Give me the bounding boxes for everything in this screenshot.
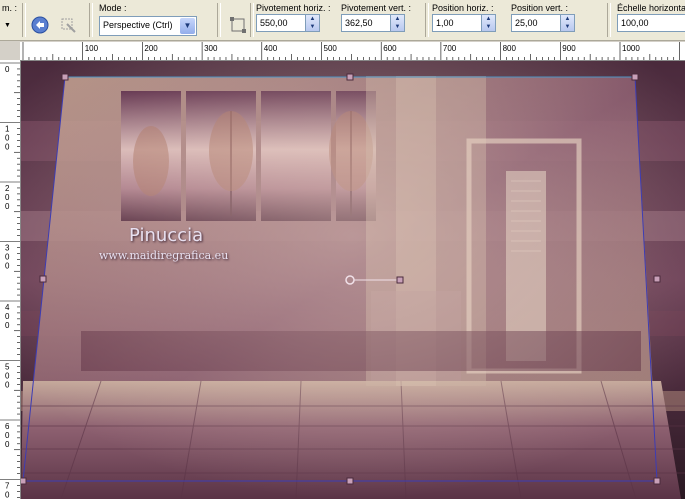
- watermark-name: Pinuccia: [129, 225, 204, 246]
- ruler-label: 700: [443, 44, 457, 53]
- ruler-label: 2: [5, 184, 10, 193]
- ruler-ticks: 100 200 300 400 500 600 700 800 900 1000: [22, 42, 681, 60]
- reset-button[interactable]: [30, 15, 50, 35]
- transform-icon: [230, 17, 246, 33]
- ruler-label: 300: [204, 44, 218, 53]
- dropdown-arrow-icon[interactable]: ▼: [4, 22, 11, 29]
- ruler-label: 0: [5, 440, 10, 449]
- mode-select[interactable]: Perspective (Ctrl) ▼: [99, 16, 197, 36]
- ruler-label: 200: [144, 44, 158, 53]
- tool-options-toolbar: m. : ▼ Mode : Perspective (Ctrl) ▼ Pivot…: [0, 0, 685, 41]
- toolbar-separator: [22, 3, 26, 37]
- ruler-ticks: 0100200300400500600700: [0, 62, 20, 499]
- handle-bottom-right: [653, 477, 661, 485]
- ruler-label: 0: [5, 491, 10, 499]
- pos-v-spinner[interactable]: ▲▼: [511, 14, 575, 32]
- handle-middle-left: [39, 275, 47, 283]
- toolbar-separator: [607, 3, 611, 37]
- ruler-label: 600: [383, 44, 397, 53]
- chevron-down-icon[interactable]: ▼: [180, 18, 195, 34]
- ruler-label: 900: [562, 44, 576, 53]
- ruler-label: 800: [503, 44, 517, 53]
- ruler-corner: [0, 42, 21, 61]
- ruler-label: 0: [5, 143, 10, 152]
- ruler-label: 5: [5, 363, 10, 372]
- ruler-label: 0: [5, 321, 10, 330]
- ruler-label: 400: [264, 44, 278, 53]
- ruler-label: 1: [5, 125, 10, 134]
- pivot-v-spinner[interactable]: ▲▼: [341, 14, 405, 32]
- toolbar-separator: [217, 3, 221, 37]
- ruler-label: 7: [5, 482, 10, 491]
- handle-top-middle: [346, 73, 354, 81]
- reset-icon: [31, 16, 49, 34]
- spin-arrows[interactable]: ▲ ▼: [390, 15, 404, 31]
- handle-top-right: [631, 73, 639, 81]
- pivot-v-label: Pivotement vert. :: [341, 3, 412, 13]
- apply-icon: [61, 18, 76, 33]
- ruler-label: 500: [324, 44, 338, 53]
- ruler-label: 1000: [622, 44, 640, 53]
- spin-arrows[interactable]: ▲ ▼: [481, 15, 495, 31]
- ruler-label: 0: [5, 312, 10, 321]
- ruler-label: 0: [5, 262, 10, 271]
- handle-bottom-left: [21, 477, 27, 485]
- mode-value: Perspective (Ctrl): [103, 20, 173, 30]
- ruler-label: 0: [5, 372, 10, 381]
- ruler-label: 0: [5, 134, 10, 143]
- watermark-url: www.maidiregrafica.eu: [99, 249, 229, 262]
- ruler-label: 3: [5, 244, 10, 253]
- ruler-label: 4: [5, 303, 10, 312]
- toolbar-separator: [425, 3, 429, 37]
- toolbar-separator: [89, 3, 93, 37]
- ruler-label: 0: [5, 202, 10, 211]
- pos-h-label: Position horiz. :: [432, 3, 494, 13]
- ruler-label: 6: [5, 422, 10, 431]
- mode-label: Mode :: [99, 3, 127, 13]
- ruler-label: 0: [5, 253, 10, 262]
- handle-bottom-middle: [346, 477, 354, 485]
- spin-arrows[interactable]: ▲ ▼: [305, 15, 319, 31]
- transform-handle-button[interactable]: [228, 15, 248, 35]
- ruler-label: 0: [5, 193, 10, 202]
- scale-h-spinner[interactable]: [617, 14, 685, 32]
- pos-v-label: Position vert. :: [511, 3, 569, 13]
- left-truncated-label: m. :: [2, 3, 17, 13]
- ruler-label: 0: [5, 431, 10, 440]
- vertical-ruler[interactable]: 0100200300400500600700: [0, 60, 21, 499]
- image-canvas[interactable]: Pinuccia www.maidiregrafica.eu: [21, 61, 685, 499]
- pivot-h-label: Pivotement horiz. :: [256, 3, 331, 13]
- horizontal-ruler[interactable]: 100 200 300 400 500 600 700 800 900 1000: [20, 42, 685, 61]
- scale-h-label: Échelle horizontale: [617, 3, 685, 13]
- handle-top-left: [61, 73, 69, 81]
- ruler-label: 0: [5, 381, 10, 390]
- apply-button[interactable]: [58, 15, 78, 35]
- spin-arrows[interactable]: ▲ ▼: [560, 15, 574, 31]
- pivot-h-spinner[interactable]: ▲▼: [256, 14, 320, 32]
- artwork: [21, 61, 685, 499]
- handle-middle-right: [653, 275, 661, 283]
- toolbar-separator: [250, 3, 254, 37]
- pos-h-spinner[interactable]: ▲▼: [432, 14, 496, 32]
- scale-h-input[interactable]: [617, 14, 685, 32]
- ruler-label: 100: [85, 44, 99, 53]
- ruler-label: 0: [5, 65, 10, 74]
